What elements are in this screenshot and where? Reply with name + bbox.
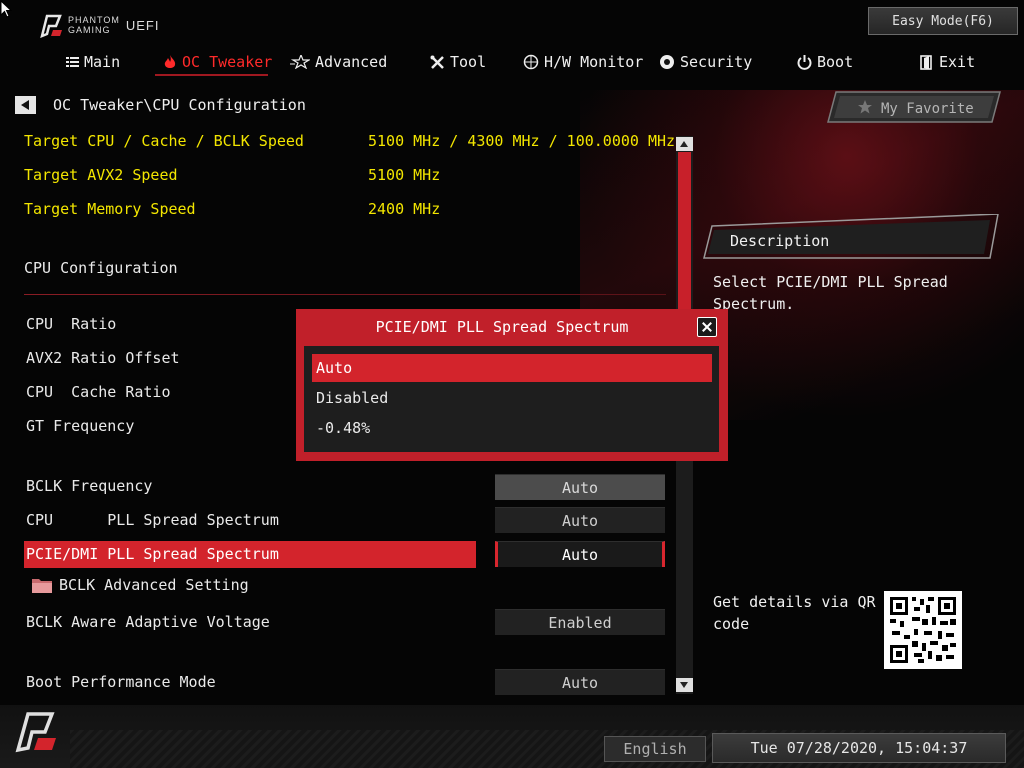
tab-main-label: Main xyxy=(84,53,121,71)
shield-gear-icon xyxy=(660,55,674,69)
list-icon xyxy=(66,57,79,67)
setting-cpu-ratio[interactable]: CPU Ratio xyxy=(26,315,116,333)
bclk-frequency-value[interactable]: Auto xyxy=(495,474,665,500)
setting-pcie-dmi-pll-spread[interactable]: PCIE/DMI PLL Spread Spectrum xyxy=(26,545,279,563)
setting-boot-performance-mode[interactable]: Boot Performance Mode xyxy=(26,673,216,691)
tab-boot-label: Boot xyxy=(817,53,854,71)
setting-avx2-ratio-offset[interactable]: AVX2 Ratio Offset xyxy=(26,349,180,367)
section-title: CPU Configuration xyxy=(24,259,178,277)
folder-icon xyxy=(32,579,52,593)
pcie-dmi-pll-spread-value[interactable]: Auto xyxy=(495,541,665,567)
target-memory-value: 2400 MHz xyxy=(368,200,441,218)
setting-cpu-pll-spread[interactable]: CPU PLL Spread Spectrum xyxy=(26,511,279,529)
description-text: Select PCIE/DMI PLL Spread Spectrum. xyxy=(713,273,948,313)
phantom-gaming-logo-icon xyxy=(40,14,62,38)
brand-line-2: GAMING xyxy=(68,25,111,35)
target-avx2-value: 5100 MHz xyxy=(368,166,441,184)
phantom-gaming-logo: PHANTOM GAMING UEFI xyxy=(38,12,159,38)
language-button[interactable]: English xyxy=(604,736,706,762)
exit-door-icon xyxy=(920,54,932,70)
tab-exit-label: Exit xyxy=(939,53,976,71)
bclk-aware-voltage-value[interactable]: Enabled xyxy=(495,609,665,635)
brand-line-1: PHANTOM xyxy=(68,15,120,25)
cpu-pll-spread-value[interactable]: Auto xyxy=(495,507,665,533)
tab-exit[interactable]: Exit xyxy=(920,50,975,74)
tools-icon xyxy=(430,55,444,69)
setting-bclk-advanced[interactable]: BCLK Advanced Setting xyxy=(59,576,249,594)
favorite-star-icon xyxy=(858,100,872,114)
tab-security[interactable]: Security xyxy=(659,50,752,74)
qr-details-text: Get details via QR code xyxy=(713,593,876,633)
tab-oc-tweaker[interactable]: OC Tweaker xyxy=(163,50,272,74)
section-divider xyxy=(24,294,666,295)
setting-bclk-aware-voltage[interactable]: BCLK Aware Adaptive Voltage xyxy=(26,613,270,631)
main-nav: Main OC Tweaker Advanced Tool H/W Monito… xyxy=(0,50,1024,74)
my-favorite-label: My Favorite xyxy=(881,101,974,117)
boot-performance-mode-value[interactable]: Auto xyxy=(495,669,665,695)
popup-option-auto[interactable]: Auto xyxy=(312,354,712,382)
back-arrow-button[interactable] xyxy=(15,96,36,114)
tab-hw-monitor[interactable]: H/W Monitor xyxy=(523,50,643,74)
target-cpu-value: 5100 MHz / 4300 MHz / 100.0000 MHz xyxy=(368,132,676,150)
star-icon xyxy=(290,55,310,69)
flame-icon xyxy=(164,54,176,68)
target-avx2-label: Target AVX2 Speed xyxy=(24,166,178,184)
tab-boot[interactable]: Boot xyxy=(797,50,853,74)
easy-mode-button[interactable]: Easy Mode(F6) xyxy=(868,7,1018,35)
description-title: Description xyxy=(730,232,830,250)
scrollbar-thumb[interactable] xyxy=(678,152,691,332)
target-cpu-label: Target CPU / Cache / BCLK Speed xyxy=(24,132,304,150)
spread-spectrum-popup: PCIE/DMI PLL Spread Spectrum Auto Disabl… xyxy=(296,309,728,461)
scroll-down-button[interactable] xyxy=(676,678,693,692)
tab-hw-monitor-label: H/W Monitor xyxy=(544,53,644,71)
setting-gt-frequency[interactable]: GT Frequency xyxy=(26,417,134,435)
popup-title: PCIE/DMI PLL Spread Spectrum xyxy=(375,318,629,336)
power-icon xyxy=(797,54,812,70)
monitor-gauge-icon xyxy=(523,54,539,70)
setting-cpu-cache-ratio[interactable]: CPU Cache Ratio xyxy=(26,383,171,401)
popup-options-list: Auto Disabled -0.48% xyxy=(304,346,719,452)
qr-code-icon xyxy=(888,595,958,665)
mouse-cursor-icon xyxy=(0,0,12,18)
breadcrumb: OC Tweaker\CPU Configuration xyxy=(53,96,306,114)
popup-option-disabled[interactable]: Disabled xyxy=(312,384,712,412)
brand-uefi: UEFI xyxy=(125,17,160,33)
setting-bclk-frequency[interactable]: BCLK Frequency xyxy=(26,477,152,495)
active-tab-indicator xyxy=(155,74,268,76)
tab-advanced-label: Advanced xyxy=(315,53,388,71)
tab-tool-label: Tool xyxy=(450,53,487,71)
scroll-up-button[interactable] xyxy=(676,137,693,151)
footer-phantom-logo-icon xyxy=(15,712,56,753)
tab-main[interactable]: Main xyxy=(66,50,120,74)
tab-advanced[interactable]: Advanced xyxy=(290,50,387,74)
datetime-display: Tue 07/28/2020, 15:04:37 xyxy=(712,733,1006,763)
popup-close-icon[interactable] xyxy=(697,317,717,337)
tab-oc-tweaker-label: OC Tweaker xyxy=(182,53,273,71)
tab-security-label: Security xyxy=(680,53,753,71)
qr-code xyxy=(884,591,962,669)
popup-option-minus-048[interactable]: -0.48% xyxy=(312,414,712,442)
tab-tool[interactable]: Tool xyxy=(430,50,486,74)
target-memory-label: Target Memory Speed xyxy=(24,200,196,218)
